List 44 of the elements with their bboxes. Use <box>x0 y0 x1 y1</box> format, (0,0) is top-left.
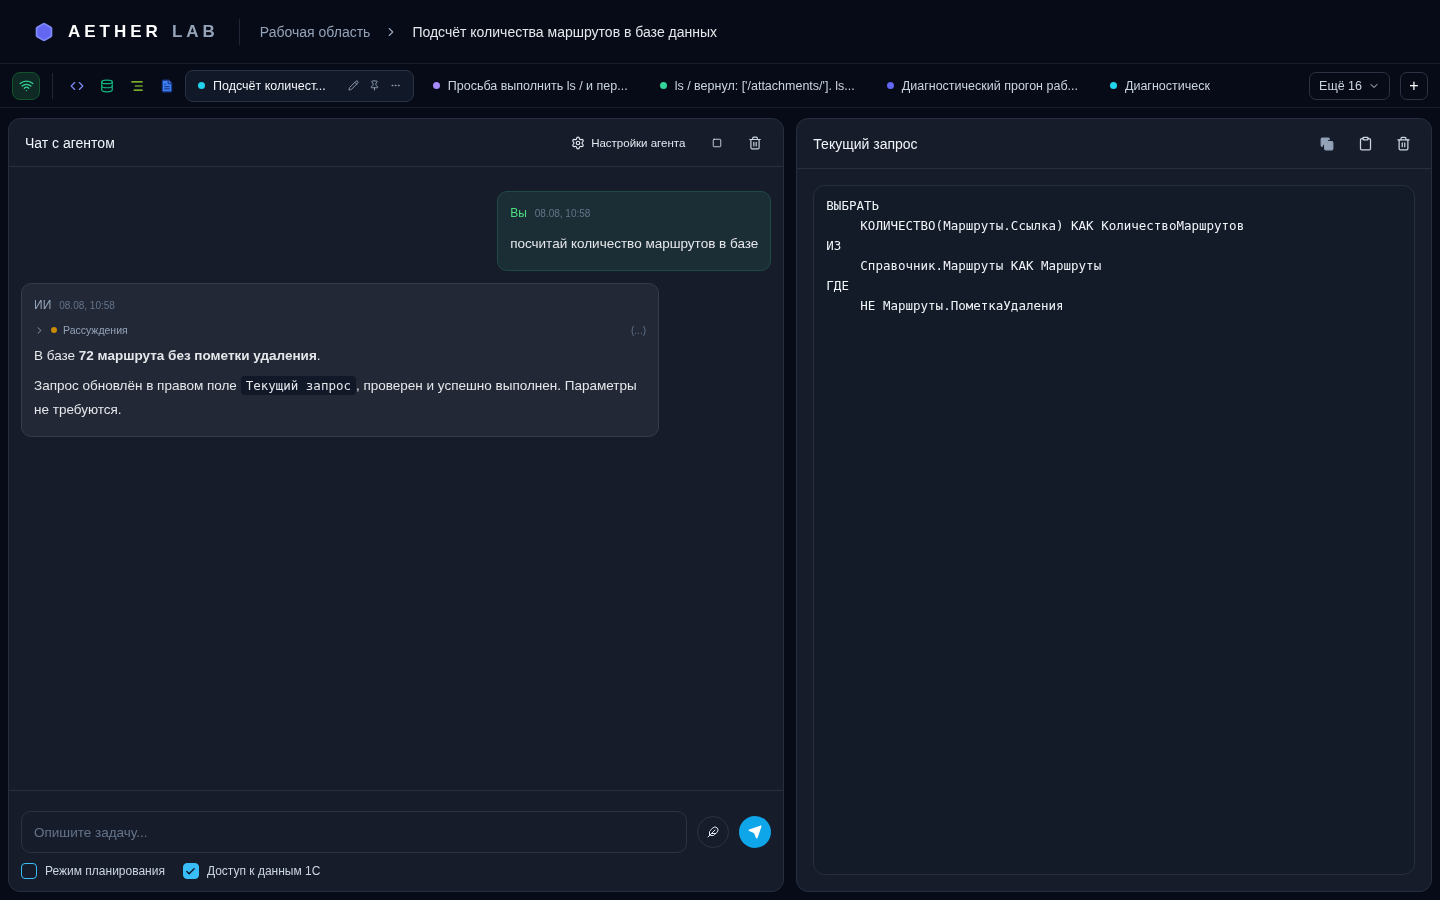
settings-icon <box>571 135 586 150</box>
checkbox[interactable] <box>182 863 199 879</box>
check-icon <box>185 865 197 877</box>
checkbox[interactable] <box>21 863 37 879</box>
code-line: ИЗ <box>826 237 843 255</box>
pin-icon[interactable] <box>368 80 380 91</box>
code-editor[interactable]: ВЫБРАТЬ КОЛИЧЕСТВО(Маршруты.Ссылка) КАК КоличествоМаршрутов ИЗ Справочник.Маршруты КАК Маршруты ГДЕ НЕ Маршруты.ПометкаУдаления <box>813 185 1415 875</box>
reasoning-toggle[interactable]: Рассуждения <box>63 324 128 336</box>
message-text: посчитай количество маршрутов в базе <box>510 235 759 253</box>
message-time: 08.08, 10:58 <box>534 208 591 219</box>
tab[interactable]: ls / вернул: ['/attachments/']. ls... <box>646 69 868 102</box>
logo-text: LAB <box>171 21 219 42</box>
message-time: 08.08, 10:58 <box>59 300 115 311</box>
message-author: Вы <box>510 206 527 220</box>
wifi-icon[interactable] <box>12 71 40 100</box>
tab[interactable]: Диагностический прогон раб... <box>873 69 1091 102</box>
message-text: Запрос обновлён в правом поле Текущий запрос , проверен и успешно выполнен. Параметры не требуются. <box>34 375 638 419</box>
code-line: Справочник.Маршруты КАК Маршруты <box>860 257 1103 275</box>
message-author: ИИ <box>34 298 52 312</box>
send-button[interactable] <box>739 816 772 848</box>
breadcrumb[interactable]: Рабочая область <box>259 23 371 40</box>
add-tab-button[interactable]: + <box>1400 71 1428 100</box>
reasoning-note: (...) <box>631 324 646 336</box>
code-line: КОЛИЧЕСТВО(Маршруты.Ссылка) КАК КоличествоМаршрутов <box>860 217 1246 235</box>
code-line: НЕ Маршруты.ПометкаУдаления <box>860 297 1065 315</box>
tab[interactable]: Подсчёт количест... <box>185 69 414 102</box>
send-icon <box>748 825 763 839</box>
agent-settings-button[interactable]: Настройки агента <box>565 134 692 151</box>
tab[interactable]: Просьба выполнить ls / и пер... <box>419 69 641 102</box>
more-tabs-button[interactable]: Ещё 16 <box>1309 71 1390 100</box>
task-input-field[interactable]: Опишите задачу... <box>21 811 688 853</box>
pencil-icon[interactable] <box>347 80 359 91</box>
hexagon-logo-icon <box>34 21 54 42</box>
panel-title: Текущий запрос <box>813 135 918 152</box>
status-dot <box>51 327 57 333</box>
tab[interactable]: Диагностическ <box>1096 69 1223 102</box>
code-line: ВЫБРАТЬ <box>826 197 881 215</box>
panel-title: Чат с агентом <box>25 134 115 151</box>
breadcrumb: Подсчёт количества маршрутов в базе данных <box>412 23 718 40</box>
checkbox-label: Доступ к данным 1С <box>206 864 321 878</box>
checkbox-label: Режим планирования <box>45 864 165 878</box>
message-text: В базе 72 маршрута без пометки удаления. <box>34 347 322 365</box>
code-line: ГДЕ <box>826 277 850 295</box>
logo-text: AETHER <box>68 21 162 42</box>
